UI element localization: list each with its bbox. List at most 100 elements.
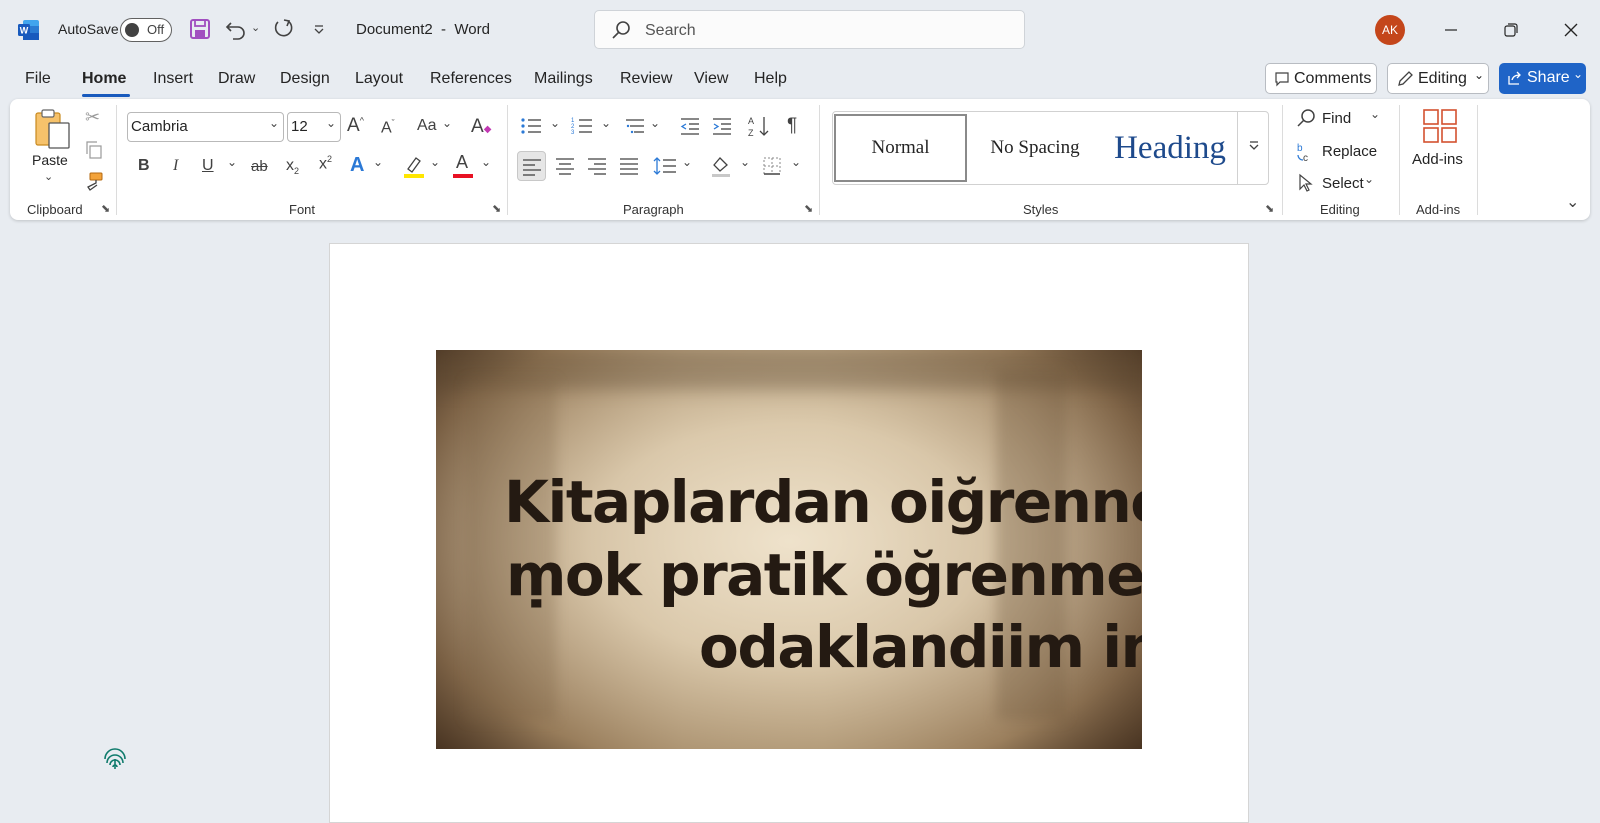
redo-icon[interactable]	[272, 18, 294, 40]
tab-view[interactable]: View	[694, 70, 728, 88]
add-ins-label[interactable]: Add-ins	[1412, 151, 1463, 168]
underline-icon[interactable]: U	[202, 157, 214, 175]
find-icon[interactable]	[1296, 108, 1316, 128]
tab-help[interactable]: Help	[754, 70, 787, 88]
bold-icon[interactable]: B	[138, 157, 150, 175]
tab-references[interactable]: References	[430, 70, 512, 88]
close-icon[interactable]	[1563, 22, 1579, 38]
subscript-icon[interactable]: x2	[286, 157, 299, 176]
comments-label: Comments	[1294, 70, 1372, 87]
style-normal[interactable]: Normal	[834, 114, 967, 182]
restore-icon[interactable]	[1503, 22, 1519, 38]
active-tab-indicator	[82, 94, 130, 97]
cut-icon[interactable]: ✂	[85, 107, 100, 128]
comments-button[interactable]: Comments	[1265, 63, 1377, 94]
text-effects-chevron-icon[interactable]: ⌄	[373, 155, 383, 169]
tab-review[interactable]: Review	[620, 70, 672, 88]
highlight-chevron-icon[interactable]: ⌄	[430, 155, 440, 169]
numbering-icon[interactable]: 1 2 3	[571, 116, 593, 136]
text-effects-icon[interactable]: A	[350, 154, 364, 177]
document-image[interactable]: Kitaplardan oiğrennekten ṃok pratik öğre…	[436, 350, 1142, 749]
superscript-icon[interactable]: x2	[319, 154, 332, 173]
tab-file[interactable]: File	[25, 70, 51, 88]
tab-mailings[interactable]: Mailings	[534, 70, 593, 88]
clipboard-group-label: Clipboard	[27, 202, 83, 217]
fingerprint-icon[interactable]	[102, 745, 128, 771]
search-icon	[612, 21, 630, 39]
style-heading[interactable]: Heading	[1104, 114, 1236, 182]
style-no-spacing[interactable]: No Spacing	[967, 114, 1103, 182]
borders-icon[interactable]	[762, 156, 782, 176]
borders-chevron-icon[interactable]: ⌄	[791, 155, 801, 169]
select-cursor-icon[interactable]	[1298, 173, 1314, 193]
add-ins-icon[interactable]	[1422, 108, 1458, 144]
paste-label[interactable]: Paste	[32, 152, 68, 168]
copy-icon[interactable]	[84, 140, 104, 160]
multilevel-chevron-icon[interactable]: ⌄	[650, 116, 660, 130]
font-size-value: 12	[291, 118, 308, 135]
undo-dropdown-icon[interactable]: ⌄	[251, 21, 260, 34]
format-painter-icon[interactable]	[84, 171, 104, 191]
find-chevron-icon[interactable]: ⌄	[1370, 107, 1380, 121]
font-name-combo[interactable]: Cambria ⌄	[127, 112, 284, 142]
avatar[interactable]: AK	[1375, 15, 1405, 45]
paste-icon[interactable]	[33, 108, 73, 150]
italic-icon[interactable]: I	[173, 157, 178, 175]
change-case-button[interactable]: Aa	[417, 117, 437, 135]
underline-chevron-icon[interactable]: ⌄	[227, 155, 237, 169]
select-chevron-icon[interactable]: ⌄	[1364, 172, 1374, 186]
autosave-toggle[interactable]: Off	[120, 18, 172, 42]
minimize-icon[interactable]	[1443, 22, 1459, 38]
grow-font-icon[interactable]: A^	[347, 115, 364, 137]
font-color-icon[interactable]: A	[456, 152, 468, 173]
paste-dropdown-icon[interactable]: ⌄	[44, 170, 53, 183]
shrink-font-icon[interactable]: Aˇ	[381, 118, 395, 137]
select-label[interactable]: Select	[1322, 175, 1364, 192]
share-button[interactable]: Share ⌄	[1499, 63, 1586, 94]
customize-toolbar-icon[interactable]	[313, 25, 325, 35]
paragraph-launcher-icon[interactable]: ⬊	[804, 202, 813, 215]
shading-icon[interactable]	[710, 155, 732, 177]
sort-icon[interactable]: A Z	[747, 114, 771, 138]
multilevel-list-icon[interactable]	[624, 116, 646, 136]
line-spacing-icon[interactable]	[653, 156, 677, 176]
clipboard-launcher-icon[interactable]: ⬊	[101, 202, 110, 215]
svg-text:3: 3	[571, 130, 575, 136]
collapse-ribbon-icon[interactable]: ⌄	[1566, 192, 1579, 212]
font-launcher-icon[interactable]: ⬊	[492, 202, 501, 215]
shading-chevron-icon[interactable]: ⌄	[740, 155, 750, 169]
align-center-icon[interactable]	[555, 157, 575, 175]
font-name-value: Cambria	[131, 118, 188, 135]
align-right-icon[interactable]	[587, 157, 607, 175]
line-spacing-chevron-icon[interactable]: ⌄	[682, 155, 692, 169]
highlight-icon[interactable]	[403, 155, 425, 179]
justify-icon[interactable]	[619, 157, 639, 175]
styles-more-button[interactable]	[1237, 111, 1269, 185]
search-box[interactable]: Search	[594, 10, 1025, 49]
bullets-chevron-icon[interactable]: ⌄	[550, 116, 560, 130]
replace-label[interactable]: Replace	[1322, 143, 1377, 160]
styles-launcher-icon[interactable]: ⬊	[1265, 202, 1274, 215]
tab-draw[interactable]: Draw	[218, 70, 255, 88]
increase-indent-icon[interactable]	[711, 116, 733, 136]
numbering-chevron-icon[interactable]: ⌄	[601, 116, 611, 130]
align-left-button[interactable]	[517, 151, 546, 181]
font-color-chevron-icon[interactable]: ⌄	[481, 155, 491, 169]
tab-design[interactable]: Design	[280, 70, 330, 88]
strikethrough-icon[interactable]: ab	[251, 158, 268, 175]
change-case-chevron-icon[interactable]: ⌄	[442, 116, 452, 130]
show-formatting-icon[interactable]: ¶	[787, 115, 797, 137]
editing-mode-button[interactable]: Editing ⌄	[1387, 63, 1489, 94]
clear-formatting-icon[interactable]: A◆	[471, 116, 491, 138]
tab-home[interactable]: Home	[82, 70, 126, 88]
find-label[interactable]: Find	[1322, 110, 1351, 127]
font-size-combo[interactable]: 12 ⌄	[287, 112, 341, 142]
ribbon-separator	[1399, 105, 1400, 215]
tab-layout[interactable]: Layout	[355, 70, 403, 88]
bullets-icon[interactable]	[520, 116, 542, 136]
replace-icon[interactable]: b c	[1295, 141, 1315, 163]
tab-insert[interactable]: Insert	[153, 70, 193, 88]
undo-icon[interactable]	[225, 18, 247, 40]
save-icon[interactable]	[189, 18, 211, 40]
decrease-indent-icon[interactable]	[679, 116, 701, 136]
